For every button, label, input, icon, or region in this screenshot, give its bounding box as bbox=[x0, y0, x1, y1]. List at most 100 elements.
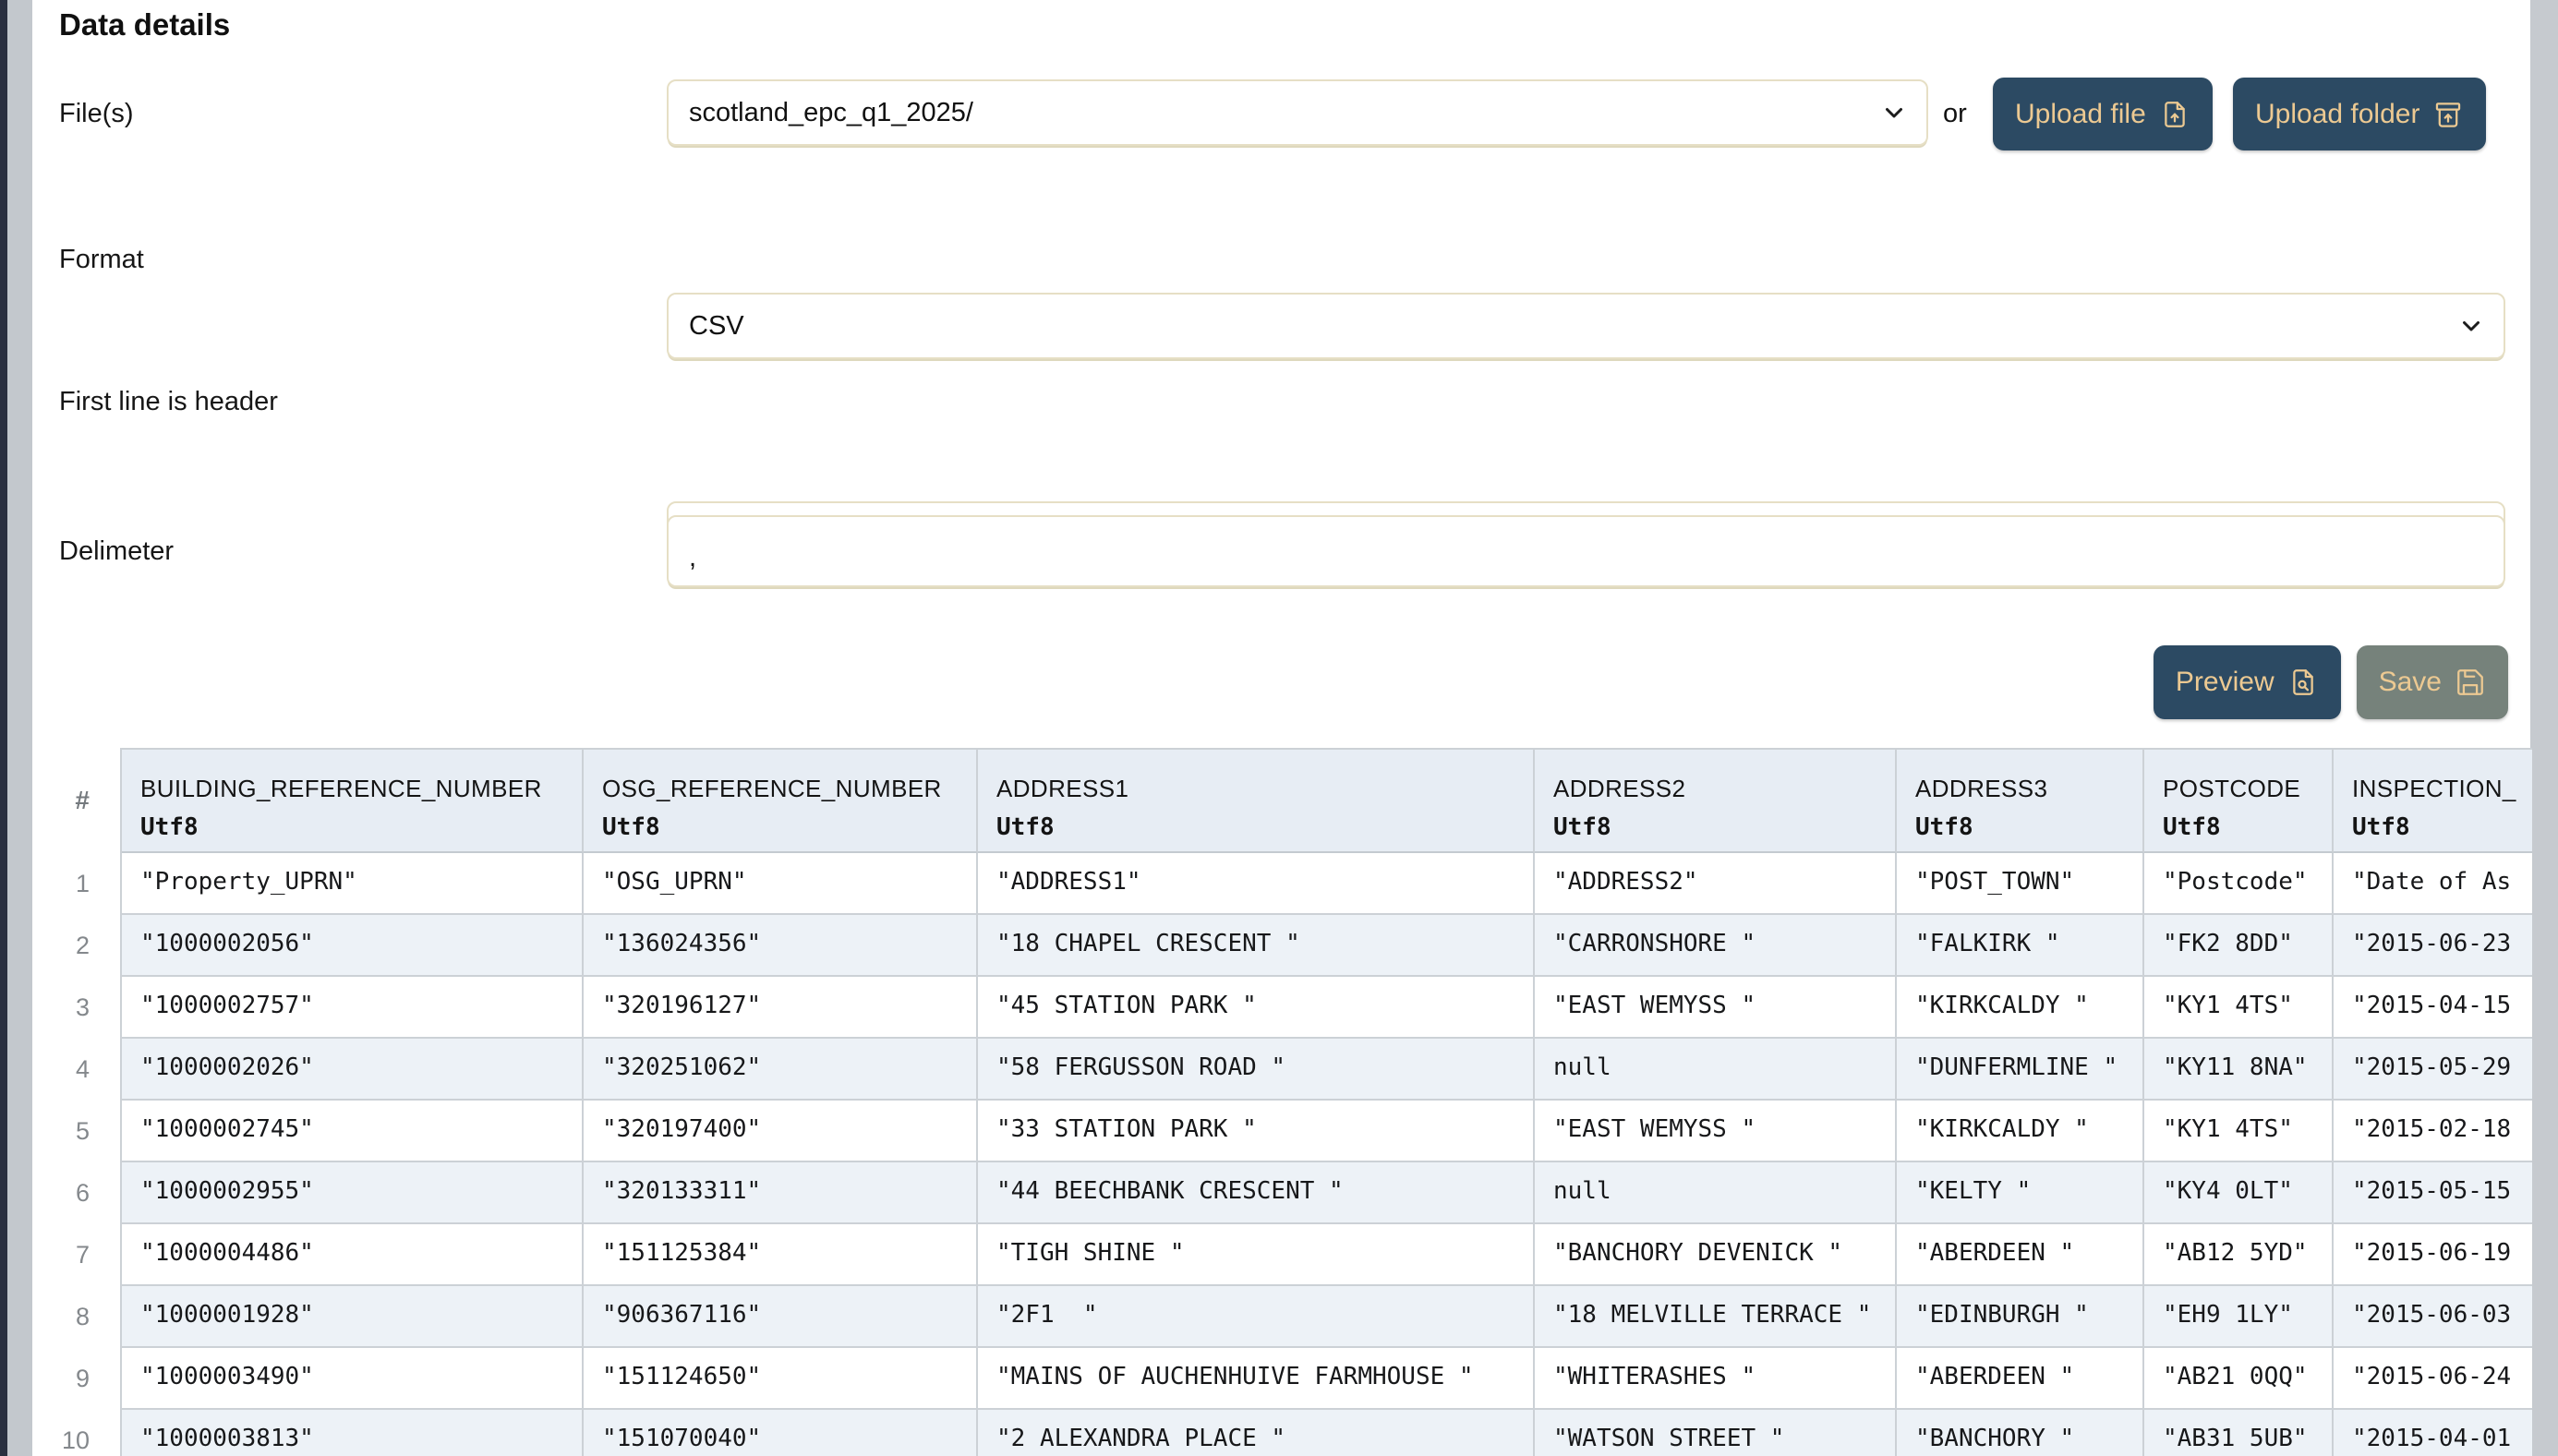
table-cell: "CARRONSHORE " bbox=[1535, 915, 1897, 977]
row-number: 3 bbox=[59, 977, 120, 1039]
index-column-header: # bbox=[59, 748, 120, 853]
row-number: 2 bbox=[59, 915, 120, 977]
vertical-scrollbar[interactable] bbox=[2530, 0, 2558, 1456]
row-number: 10 bbox=[59, 1410, 120, 1456]
table-cell: "1000002056" bbox=[122, 915, 584, 977]
table-cell: "ABERDEEN " bbox=[1897, 1348, 2144, 1410]
column-header: OSG_REFERENCE_NUMBER Utf8 bbox=[584, 750, 978, 853]
table-cell: "2 ALEXANDRA PLACE " bbox=[978, 1410, 1535, 1456]
save-button[interactable]: Save bbox=[2357, 645, 2508, 719]
table-clip: BUILDING_REFERENCE_NUMBERUtf8OSG_REFEREN… bbox=[120, 748, 2532, 1456]
page-title: Data details bbox=[59, 7, 230, 42]
upload-folder-label: Upload folder bbox=[2255, 99, 2419, 130]
table-cell: "1000004486" bbox=[122, 1224, 584, 1286]
table-cell: null bbox=[1535, 1162, 1897, 1224]
save-label: Save bbox=[2379, 667, 2442, 698]
delimeter-input[interactable] bbox=[667, 515, 2505, 587]
column-name: ADDRESS1 bbox=[996, 774, 1533, 803]
preview-button[interactable]: Preview bbox=[2154, 645, 2341, 719]
table-cell: "Postcode" bbox=[2144, 853, 2334, 915]
table-cell: "1000002026" bbox=[122, 1039, 584, 1101]
upload-file-button[interactable]: Upload file bbox=[1993, 78, 2213, 150]
box-arrow-up-icon bbox=[2432, 99, 2464, 130]
row-number: 1 bbox=[59, 853, 120, 915]
table-cell: "WATSON STREET " bbox=[1535, 1410, 1897, 1456]
column-name: INSPECTION_ bbox=[2352, 774, 2532, 803]
table-cell: "2015-06-23 bbox=[2334, 915, 2532, 977]
table-cell: "1000002955" bbox=[122, 1162, 584, 1224]
column-header: BUILDING_REFERENCE_NUMBER Utf8 bbox=[122, 750, 584, 853]
table-cell: "TIGH SHINE " bbox=[978, 1224, 1535, 1286]
table-cell: "FK2 8DD" bbox=[2144, 915, 2334, 977]
table-cell: "320196127" bbox=[584, 977, 978, 1039]
table-actions: Preview Save bbox=[2154, 645, 2508, 719]
column-type: Utf8 bbox=[602, 814, 976, 840]
table-cell: "KY11 8NA" bbox=[2144, 1039, 2334, 1101]
column-type: Utf8 bbox=[140, 814, 582, 840]
format-select-value: CSV bbox=[689, 311, 744, 342]
column-type: Utf8 bbox=[2163, 814, 2332, 840]
column-header: ADDRESS3Utf8 bbox=[1897, 750, 2144, 853]
column-type: Utf8 bbox=[1553, 814, 1895, 840]
table-cell: "151125384" bbox=[584, 1224, 978, 1286]
table-cell: "AB21 0QQ" bbox=[2144, 1348, 2334, 1410]
table-cell: "Property_UPRN" bbox=[122, 853, 584, 915]
table-cell: "KELTY " bbox=[1897, 1162, 2144, 1224]
table-cell: "ADDRESS2" bbox=[1535, 853, 1897, 915]
table-cell: "KIRKCALDY " bbox=[1897, 977, 2144, 1039]
preview-label: Preview bbox=[2176, 667, 2274, 698]
left-edge-gray-strip bbox=[7, 0, 32, 1456]
table-cell: "1000002745" bbox=[122, 1101, 584, 1162]
table-cell: "906367116" bbox=[584, 1286, 978, 1348]
table-cell: "320197400" bbox=[584, 1101, 978, 1162]
table-cell: "320251062" bbox=[584, 1039, 978, 1101]
table-cell: "KY1 4TS" bbox=[2144, 1101, 2334, 1162]
table-cell: "Date of As bbox=[2334, 853, 2532, 915]
table-cell: "33 STATION PARK " bbox=[978, 1101, 1535, 1162]
table-cell: "ABERDEEN " bbox=[1897, 1224, 2144, 1286]
table-cell: "EH9 1LY" bbox=[2144, 1286, 2334, 1348]
or-label: or bbox=[1943, 78, 1967, 150]
row-number: 9 bbox=[59, 1348, 120, 1410]
table-cell: "ADDRESS1" bbox=[978, 853, 1535, 915]
column-type: Utf8 bbox=[996, 814, 1533, 840]
column-name: OSG_REFERENCE_NUMBER bbox=[602, 774, 976, 803]
files-select-value: scotland_epc_q1_2025/ bbox=[689, 98, 973, 128]
format-select[interactable]: CSV bbox=[667, 293, 2505, 359]
table-cell: "2015-06-03 bbox=[2334, 1286, 2532, 1348]
table-cell: "44 BEECHBANK CRESCENT " bbox=[978, 1162, 1535, 1224]
table-cell: "FALKIRK " bbox=[1897, 915, 2144, 977]
format-label: Format bbox=[59, 226, 650, 293]
table-cell: "18 MELVILLE TERRACE " bbox=[1535, 1286, 1897, 1348]
table-cell: "WHITERASHES " bbox=[1535, 1348, 1897, 1410]
data-preview-table: #12345678910 BUILDING_REFERENCE_NUMBERUt… bbox=[59, 748, 2532, 1456]
table-cell: "AB31 5UB" bbox=[2144, 1410, 2334, 1456]
files-label: File(s) bbox=[59, 78, 650, 150]
table-cell: "151070040" bbox=[584, 1410, 978, 1456]
files-select[interactable]: scotland_epc_q1_2025/ bbox=[667, 79, 1928, 146]
data-grid: BUILDING_REFERENCE_NUMBERUtf8OSG_REFEREN… bbox=[120, 748, 2532, 1456]
table-cell: "1000003490" bbox=[122, 1348, 584, 1410]
column-header: INSPECTION_ Utf8 bbox=[2334, 750, 2532, 853]
column-name: BUILDING_REFERENCE_NUMBER bbox=[140, 774, 582, 803]
chevron-down-icon bbox=[1880, 99, 1908, 126]
table-cell: "45 STATION PARK " bbox=[978, 977, 1535, 1039]
delimeter-label: Delimeter bbox=[59, 515, 650, 587]
table-cell: "2015-02-18 bbox=[2334, 1101, 2532, 1162]
table-cell: "OSG_UPRN" bbox=[584, 853, 978, 915]
table-cell: "KIRKCALDY " bbox=[1897, 1101, 2144, 1162]
table-cell: "KY4 0LT" bbox=[2144, 1162, 2334, 1224]
column-type: Utf8 bbox=[2352, 814, 2532, 840]
table-cell: "BANCHORY " bbox=[1897, 1410, 2144, 1456]
table-cell: "EAST WEMYSS " bbox=[1535, 977, 1897, 1039]
table-cell: "MAINS OF AUCHENHUIVE FARMHOUSE " bbox=[978, 1348, 1535, 1410]
table-cell: "KY1 4TS" bbox=[2144, 977, 2334, 1039]
data-details-page: Data details File(s) scotland_epc_q1_202… bbox=[0, 0, 2558, 1456]
row-number: 6 bbox=[59, 1162, 120, 1224]
upload-folder-button[interactable]: Upload folder bbox=[2233, 78, 2486, 150]
table-cell: "18 CHAPEL CRESCENT " bbox=[978, 915, 1535, 977]
floppy-disk-icon bbox=[2455, 667, 2486, 698]
chevron-down-icon bbox=[2457, 312, 2485, 340]
row-number: 4 bbox=[59, 1039, 120, 1101]
row-number: 8 bbox=[59, 1286, 120, 1348]
